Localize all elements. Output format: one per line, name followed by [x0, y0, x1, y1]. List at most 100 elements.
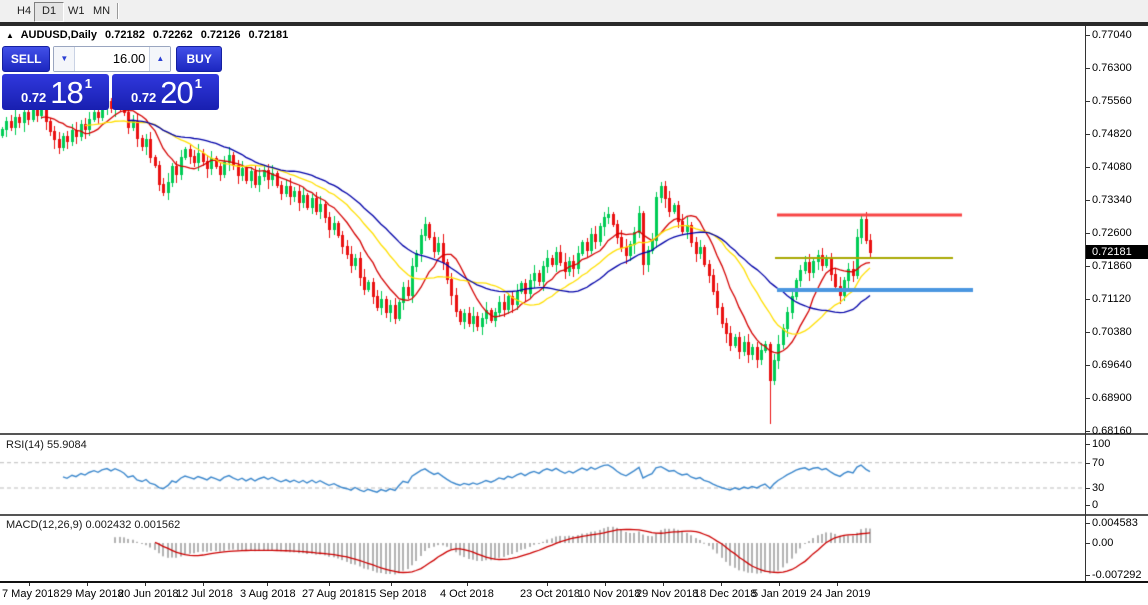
volume-stepper: ▼ ▲	[53, 46, 171, 72]
buy-button[interactable]: BUY	[176, 46, 222, 72]
price-axis-border	[1085, 26, 1086, 581]
price-tick-0.68900: 0.68900	[1092, 392, 1132, 404]
date-tick	[329, 583, 330, 586]
date-tick	[467, 583, 468, 586]
main-rsi-separator[interactable]	[0, 433, 1148, 435]
volume-up-button[interactable]: ▲	[149, 47, 170, 71]
collapse-triangle-icon[interactable]: ▲	[6, 31, 14, 40]
price-tick-0.74820: 0.74820	[1092, 128, 1132, 140]
macd-label: MACD(12,26,9) 0.002432 0.001562	[6, 519, 180, 531]
date-label: 27 Aug 2018	[302, 588, 364, 600]
date-tick	[547, 583, 548, 586]
buy-price-small: 0.72	[131, 90, 156, 105]
date-axis[interactable]: 7 May 201829 May 201820 Jun 201812 Jul 2…	[0, 583, 1148, 605]
date-tick	[779, 583, 780, 586]
ohlc-high: 0.72262	[153, 29, 193, 41]
rsi-tick-30-tick	[1086, 488, 1090, 489]
date-label: 24 Jan 2019	[810, 588, 871, 600]
macd-tick-0.004583-tick	[1086, 523, 1090, 524]
macd-tick-0.00-tick	[1086, 543, 1090, 544]
price-tick-0.75560: 0.75560	[1092, 95, 1132, 107]
price-tick-0.68900-tick	[1086, 398, 1090, 399]
volume-down-button[interactable]: ▼	[54, 47, 75, 71]
rsi-label: RSI(14) 55.9084	[6, 439, 87, 451]
macd-tick--0.007292: -0.007292	[1092, 569, 1142, 581]
date-tick	[267, 583, 268, 586]
price-tick-0.76300-tick	[1086, 68, 1090, 69]
date-tick	[145, 583, 146, 586]
volume-input[interactable]	[75, 47, 149, 69]
date-label: 29 Nov 2018	[636, 588, 698, 600]
date-label: 18 Dec 2018	[694, 588, 756, 600]
price-tick-0.74820-tick	[1086, 134, 1090, 135]
macd-tick-0.004583: 0.004583	[1092, 517, 1138, 529]
date-tick	[605, 583, 606, 586]
one-click-trading-panel: SELL ▼ ▲ BUY 0.72 18 1 0.72 20 1	[2, 46, 222, 110]
date-tick	[721, 583, 722, 586]
ohlc-low: 0.72126	[201, 29, 241, 41]
price-tick-0.77040-tick	[1086, 35, 1090, 36]
price-tick-0.74080-tick	[1086, 167, 1090, 168]
price-tick-0.71860: 0.71860	[1092, 260, 1132, 272]
price-tick-0.73340-tick	[1086, 200, 1090, 201]
sell-price-small: 0.72	[21, 90, 46, 105]
buy-price-pipette: 1	[195, 76, 202, 91]
rsi-indicator-chart[interactable]	[0, 435, 1085, 514]
price-tick-0.74080: 0.74080	[1092, 161, 1132, 173]
ohlc-open: 0.72182	[105, 29, 145, 41]
price-tick-0.70380: 0.70380	[1092, 326, 1132, 338]
price-tick-0.75560-tick	[1086, 101, 1090, 102]
date-label: 15 Sep 2018	[364, 588, 426, 600]
sell-price-big: 18	[50, 77, 82, 108]
ohlc-close: 0.72181	[249, 29, 289, 41]
date-tick	[663, 583, 664, 586]
price-tick-0.72600-tick	[1086, 233, 1090, 234]
date-tick	[837, 583, 838, 586]
price-tick-0.69640-tick	[1086, 365, 1090, 366]
price-tick-0.73340: 0.73340	[1092, 194, 1132, 206]
tabbar-separator	[117, 3, 119, 19]
date-label: 10 Nov 2018	[578, 588, 640, 600]
price-tick-0.68160-tick	[1086, 431, 1090, 432]
date-tick	[29, 583, 30, 586]
symbol-name: AUDUSD,Daily	[21, 29, 97, 41]
price-tick-0.72600: 0.72600	[1092, 227, 1132, 239]
price-tick-0.70380-tick	[1086, 332, 1090, 333]
date-label: 4 Oct 2018	[440, 588, 494, 600]
rsi-tick-70-tick	[1086, 463, 1090, 464]
rsi-tick-70: 70	[1092, 457, 1104, 469]
date-label: 20 Jun 2018	[118, 588, 179, 600]
tab-d1[interactable]: D1	[34, 2, 64, 22]
date-label: 12 Jul 2018	[176, 588, 233, 600]
rsi-tick-0: 0	[1092, 499, 1098, 511]
macd-tick--0.007292-tick	[1086, 575, 1090, 576]
price-tick-0.77040: 0.77040	[1092, 29, 1132, 41]
rsi-tick-0-tick	[1086, 505, 1090, 506]
sell-price-panel[interactable]: 0.72 18 1	[2, 74, 109, 110]
date-label: 3 Aug 2018	[240, 588, 296, 600]
price-tick-0.76300: 0.76300	[1092, 62, 1132, 74]
rsi-tick-30: 30	[1092, 482, 1104, 494]
rsi-macd-separator[interactable]	[0, 514, 1148, 516]
date-tick	[203, 583, 204, 586]
sell-button[interactable]: SELL	[2, 46, 50, 72]
rsi-tick-100: 100	[1092, 438, 1110, 450]
date-label: 5 Jan 2019	[752, 588, 806, 600]
buy-price-big: 20	[160, 77, 192, 108]
rsi-tick-100-tick	[1086, 444, 1090, 445]
buy-price-panel[interactable]: 0.72 20 1	[112, 74, 219, 110]
chart-header: ▲ AUDUSD,Daily 0.72182 0.72262 0.72126 0…	[6, 29, 293, 41]
macd-tick-0.00: 0.00	[1092, 537, 1113, 549]
date-label: 23 Oct 2018	[520, 588, 580, 600]
price-tick-0.71860-tick	[1086, 266, 1090, 267]
date-label: 7 May 2018	[2, 588, 59, 600]
timeframe-tabbar: H4D1W1MN	[0, 0, 1148, 22]
tab-mn[interactable]: MN	[86, 2, 117, 20]
date-tick	[391, 583, 392, 586]
current-price-tag: 0.72181	[1086, 245, 1148, 259]
date-label: 29 May 2018	[60, 588, 124, 600]
price-tick-0.69640: 0.69640	[1092, 359, 1132, 371]
sell-price-pipette: 1	[85, 76, 92, 91]
price-tick-0.71120-tick	[1086, 299, 1090, 300]
price-tick-0.68160: 0.68160	[1092, 425, 1132, 437]
